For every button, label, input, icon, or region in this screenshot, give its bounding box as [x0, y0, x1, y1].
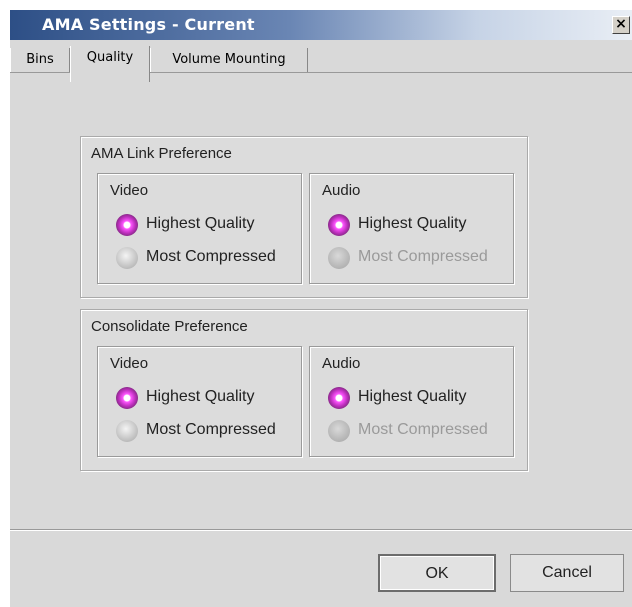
- group-title: Video: [110, 182, 149, 199]
- radio-unselected-icon[interactable]: [116, 420, 138, 442]
- close-button[interactable]: ×: [612, 16, 630, 34]
- option-label[interactable]: Highest Quality: [358, 388, 467, 406]
- ok-button[interactable]: OK: [378, 554, 496, 592]
- option-label-disabled: Most Compressed: [358, 248, 488, 265]
- option-label[interactable]: Highest Quality: [146, 388, 255, 406]
- radio-selected-icon[interactable]: [328, 214, 350, 236]
- consolidate-preference-group: Consolidate Preference Video Highest Qua…: [80, 309, 528, 471]
- consolidate-audio-group: Audio Highest Quality Most Compressed: [309, 346, 514, 457]
- option-label-disabled: Most Compressed: [358, 421, 488, 438]
- button-divider: [10, 529, 632, 531]
- tab-quality[interactable]: Quality: [70, 46, 150, 82]
- ama-settings-dialog: AMA Settings - Current × Bins Quality Vo…: [10, 10, 632, 607]
- radio-disabled-icon: [328, 420, 350, 442]
- group-title: AMA Link Preference: [91, 145, 232, 162]
- ama-audio-group: Audio Highest Quality Most Compressed: [309, 173, 514, 284]
- title-bar[interactable]: AMA Settings - Current ×: [10, 10, 632, 40]
- group-title: Consolidate Preference: [91, 318, 248, 335]
- option-label[interactable]: Highest Quality: [358, 215, 467, 233]
- tab-bins[interactable]: Bins: [10, 48, 70, 72]
- radio-selected-icon[interactable]: [116, 214, 138, 236]
- tab-strip: Bins Quality Volume Mounting: [10, 46, 632, 82]
- group-title: Audio: [322, 182, 361, 199]
- radio-disabled-icon: [328, 247, 350, 269]
- radio-selected-icon[interactable]: [116, 387, 138, 409]
- cancel-button[interactable]: Cancel: [510, 554, 624, 592]
- tab-volume-mounting[interactable]: Volume Mounting: [150, 48, 308, 72]
- radio-selected-icon[interactable]: [328, 387, 350, 409]
- ama-link-preference-group: AMA Link Preference Video Highest Qualit…: [80, 136, 528, 298]
- consolidate-video-group: Video Highest Quality Most Compressed: [97, 346, 302, 457]
- radio-unselected-icon[interactable]: [116, 247, 138, 269]
- ama-video-group: Video Highest Quality Most Compressed: [97, 173, 302, 284]
- option-label[interactable]: Highest Quality: [146, 215, 255, 233]
- window-title: AMA Settings - Current: [42, 15, 255, 34]
- option-label[interactable]: Most Compressed: [146, 421, 276, 439]
- group-title: Video: [110, 355, 149, 372]
- option-label[interactable]: Most Compressed: [146, 248, 276, 266]
- group-title: Audio: [322, 355, 361, 372]
